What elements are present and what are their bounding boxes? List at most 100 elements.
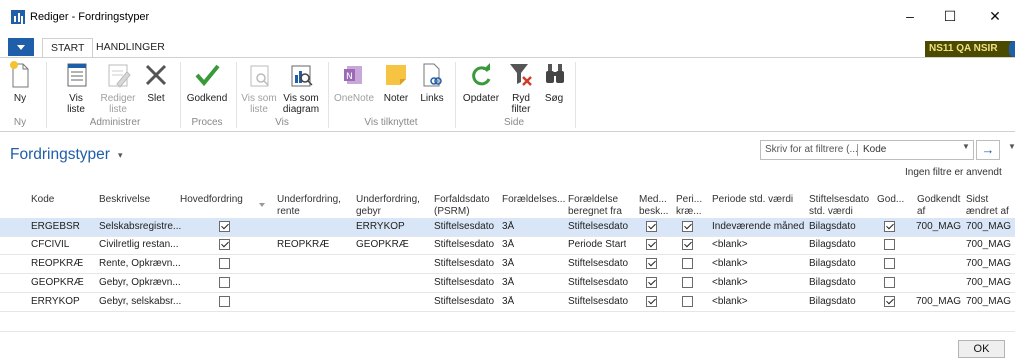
onenote-button[interactable]: N OneNote — [333, 60, 375, 104]
column-header-godkendt-af[interactable]: Godkendt af — [917, 194, 960, 218]
checkbox-med-besk[interactable] — [646, 258, 657, 269]
column-header-beskrivelse[interactable]: Beskrivelse — [99, 194, 150, 206]
cell-sidst-aendret[interactable]: 700_MAG — [966, 277, 1011, 289]
cell-beskrivelse[interactable]: Gebyr, Opkrævn... — [99, 277, 181, 289]
company-badge[interactable]: NS11 QA NSIR EtE — [925, 41, 1015, 70]
user-icon[interactable] — [1009, 41, 1015, 57]
column-header-periode-std[interactable]: Periode std. værdi — [712, 194, 793, 206]
cell-godkendt-af[interactable]: 700_MAG — [916, 221, 961, 233]
tab-handlinger[interactable]: HANDLINGER — [88, 38, 173, 58]
cell-stiftelsesdato-std[interactable]: Bilagsdato — [809, 277, 856, 289]
checkbox-med-besk[interactable] — [646, 239, 657, 250]
chevron-down-icon[interactable]: ▼ — [962, 142, 970, 151]
cell-stiftelsesdato-std[interactable]: Bilagsdato — [809, 221, 856, 233]
cell-underfordring-rente[interactable]: REOPKRÆ — [277, 239, 329, 251]
cell-sidst-aendret[interactable]: 700_MAG — [966, 239, 1011, 251]
cell-forfaldsdato[interactable]: Stiftelsesdato — [434, 239, 494, 251]
column-header-foraeldelse-beregnet[interactable]: Forældelse beregnet fra — [568, 194, 622, 218]
cell-underfordring-gebyr[interactable]: GEOPKRÆ — [356, 239, 409, 251]
table-row[interactable]: GEOPKRÆ Gebyr, Opkrævn... Stiftelsesdato 3Å… — [0, 274, 1015, 293]
cell-periode-std[interactable]: <blank> — [712, 258, 748, 270]
table-row[interactable]: ERRYKOP Gebyr, selskabsr... Stiftelsesdato… — [0, 293, 1015, 312]
filter-field-select[interactable]: Kode — [863, 144, 886, 155]
maximize-button[interactable]: ☐ — [935, 6, 965, 26]
cell-beskrivelse[interactable]: Civilretlig restan... — [99, 239, 178, 251]
column-header-foraeldelses[interactable]: Forældelses... — [502, 194, 565, 206]
filter-box[interactable]: Skriv for at filtrere (... Kode — [760, 140, 974, 160]
chevron-down-icon[interactable]: ▾ — [118, 150, 123, 161]
cell-kode[interactable]: ERGEBSR — [31, 221, 80, 233]
checkbox-god[interactable] — [884, 277, 895, 288]
clear-filter-button[interactable]: Ryd filter — [505, 60, 537, 115]
cell-godkendt-af[interactable]: 700_MAG — [916, 296, 961, 308]
checkbox-peri-krae[interactable] — [682, 258, 693, 269]
close-button[interactable]: ✕ — [980, 6, 1010, 26]
filter-input[interactable]: Skriv for at filtrere (... — [765, 144, 857, 155]
checkbox-god[interactable] — [884, 296, 895, 307]
cell-foraeldelses[interactable]: 3Å — [502, 277, 514, 289]
checkbox-peri-krae[interactable] — [682, 239, 693, 250]
ok-button[interactable]: OK — [958, 340, 1005, 358]
cell-stiftelsesdato-std[interactable]: Bilagsdato — [809, 296, 856, 308]
column-header-med-besk[interactable]: Med... besk... — [639, 194, 668, 218]
cell-periode-std[interactable]: <blank> — [712, 239, 748, 251]
approve-button[interactable]: Godkend — [185, 60, 229, 104]
column-header-hovedfordring[interactable]: Hovedfordring — [180, 194, 243, 206]
cell-kode[interactable]: GEOPKRÆ — [31, 277, 84, 289]
cell-foraeldelses[interactable]: 3Å — [502, 239, 514, 251]
checkbox-med-besk[interactable] — [646, 221, 657, 232]
cell-sidst-aendret[interactable]: 700_MAG — [966, 296, 1011, 308]
cell-kode[interactable]: CFCIVIL — [31, 239, 69, 251]
refresh-button[interactable]: Opdater — [460, 60, 502, 104]
cell-stiftelsesdato-std[interactable]: Bilagsdato — [809, 239, 856, 251]
checkbox-hovedfordring[interactable] — [219, 258, 230, 269]
cell-beskrivelse[interactable]: Gebyr, selskabsr... — [99, 296, 181, 308]
checkbox-hovedfordring[interactable] — [219, 221, 230, 232]
notes-button[interactable]: Noter — [380, 60, 412, 104]
view-as-list-button[interactable]: Vis som liste — [240, 60, 278, 115]
cell-foraeldelse-beregnet[interactable]: Stiftelsesdato — [568, 258, 628, 270]
cell-periode-std[interactable]: <blank> — [712, 296, 748, 308]
minimize-button[interactable]: – — [895, 6, 925, 26]
app-menu-button[interactable] — [8, 38, 34, 56]
checkbox-peri-krae[interactable] — [682, 277, 693, 288]
checkbox-peri-krae[interactable] — [682, 296, 693, 307]
checkbox-god[interactable] — [884, 239, 895, 250]
view-as-chart-button[interactable]: Vis som diagram — [280, 60, 322, 115]
cell-forfaldsdato[interactable]: Stiftelsesdato — [434, 296, 494, 308]
edit-list-button[interactable]: Rediger liste — [99, 60, 137, 115]
checkbox-peri-krae[interactable] — [682, 221, 693, 232]
table-row[interactable]: ERGEBSR Selskabsregistre... ERRYKOP Stiftel… — [0, 218, 1015, 237]
cell-forfaldsdato[interactable]: Stiftelsesdato — [434, 258, 494, 270]
column-header-forfaldsdato[interactable]: Forfaldsdato (PSRM) — [434, 194, 490, 218]
cell-foraeldelses[interactable]: 3Å — [502, 296, 514, 308]
cell-underfordring-gebyr[interactable]: ERRYKOP — [356, 221, 405, 233]
cell-sidst-aendret[interactable]: 700_MAG — [966, 221, 1011, 233]
delete-button[interactable]: Slet — [141, 60, 171, 104]
column-header-god[interactable]: God... — [877, 194, 904, 206]
cell-forfaldsdato[interactable]: Stiftelsesdato — [434, 277, 494, 289]
cell-kode[interactable]: ERRYKOP — [31, 296, 80, 308]
cell-forfaldsdato[interactable]: Stiftelsesdato — [434, 221, 494, 233]
new-button[interactable]: Ny — [6, 60, 34, 104]
search-button[interactable]: Søg — [540, 60, 568, 104]
apply-filter-button[interactable]: → — [976, 140, 1000, 160]
cell-periode-std[interactable]: <blank> — [712, 277, 748, 289]
column-header-kode[interactable]: Kode — [31, 194, 54, 206]
column-header-peri-krae[interactable]: Peri... kræ... — [676, 194, 702, 218]
cell-foraeldelses[interactable]: 3Å — [502, 221, 514, 233]
cell-foraeldelse-beregnet[interactable]: Stiftelsesdato — [568, 296, 628, 308]
column-header-underfordring-rente[interactable]: Underfordring, rente — [277, 194, 341, 218]
checkbox-god[interactable] — [884, 221, 895, 232]
table-row[interactable]: REOPKRÆ Rente, Opkrævn... Stiftelsesdato 3Å… — [0, 255, 1015, 274]
column-header-underfordring-gebyr[interactable]: Underfordring, gebyr — [356, 194, 420, 218]
expand-icon[interactable]: ▼ — [1008, 142, 1015, 151]
cell-periode-std[interactable]: Indeværende måned — [712, 221, 804, 233]
cell-beskrivelse[interactable]: Selskabsregistre... — [99, 221, 181, 233]
cell-foraeldelse-beregnet[interactable]: Periode Start — [568, 239, 626, 251]
cell-kode[interactable]: REOPKRÆ — [31, 258, 83, 270]
cell-foraeldelse-beregnet[interactable]: Stiftelsesdato — [568, 277, 628, 289]
cell-beskrivelse[interactable]: Rente, Opkrævn... — [99, 258, 181, 270]
cell-stiftelsesdato-std[interactable]: Bilagsdato — [809, 258, 856, 270]
checkbox-med-besk[interactable] — [646, 277, 657, 288]
